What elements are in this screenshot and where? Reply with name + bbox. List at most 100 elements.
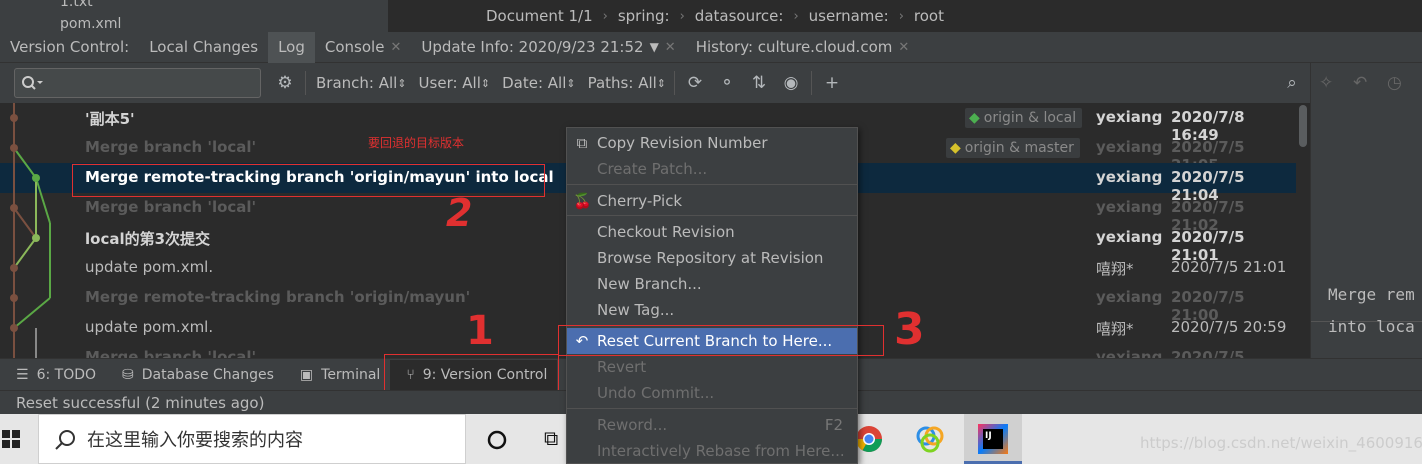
file-1-txt[interactable]: 1.txt: [60, 0, 93, 10]
status-message[interactable]: Reset successful (2 minutes ago): [16, 394, 264, 412]
log-toolbar: ⚙ Branch: All ⇕ User: All ⇕ Date: All ⇕ Pat…: [0, 63, 1310, 103]
chevron-right-icon: ›: [898, 8, 904, 24]
tool-window-label: 6: TODO: [36, 366, 97, 383]
annotation-box-3: [558, 325, 884, 356]
list-icon: ☰: [16, 366, 29, 383]
menu-item-label: Checkout Revision: [597, 223, 735, 241]
tab-history[interactable]: History: culture.cloud.com ✕: [686, 32, 920, 63]
breadcrumb-item[interactable]: root: [914, 7, 944, 25]
tag-icon: ◆: [969, 110, 980, 126]
menu-item-new-branch[interactable]: New Branch...: [567, 271, 857, 297]
tab-log[interactable]: Log: [268, 31, 315, 63]
tab-local-changes[interactable]: Local Changes: [139, 32, 268, 63]
filter-paths[interactable]: Paths: All: [588, 74, 657, 92]
vcs-tabs: Version Control: Local Changes Log Conso…: [0, 31, 1422, 63]
refresh-icon[interactable]: ⟳: [683, 71, 707, 95]
annotation-box-2: [72, 164, 545, 197]
search-icon[interactable]: ⌕: [1280, 71, 1304, 95]
commit-date: 2020/7/5 20:59: [1171, 318, 1287, 336]
cherry-pick-icon[interactable]: ⚬: [715, 71, 739, 95]
close-icon[interactable]: ✕: [390, 40, 401, 55]
taskbar-search-placeholder: 在这里输入你要搜索的内容: [87, 430, 303, 451]
tab-label: History: culture.cloud.com: [695, 38, 893, 56]
copy-icon: ⧉: [576, 134, 588, 152]
menu-item-browse-repository[interactable]: Browse Repository at Revision: [567, 245, 857, 271]
commit-message: '副本5': [85, 110, 135, 128]
undo-icon[interactable]: ↶: [1353, 73, 1367, 93]
commit-date: 2020/7/5 21:01: [1171, 258, 1287, 276]
menu-item-label: Reword...: [597, 416, 668, 434]
search-input[interactable]: [14, 68, 261, 98]
commit-node: [10, 204, 18, 212]
chevron-right-icon: ›: [793, 8, 799, 24]
log-scrollbar[interactable]: [1296, 103, 1310, 358]
filter-date[interactable]: Date: All: [502, 74, 566, 92]
history-icon[interactable]: ◷: [1387, 73, 1402, 93]
tab-label: Update Info: 2020/9/23 21:52: [421, 38, 644, 56]
annotation-target-note: 要回退的目标版本: [368, 136, 465, 150]
commit-details-panel: ✧ ↶ ◷ Merge rem into loca: [1310, 63, 1422, 358]
cherry-icon: 🍒: [573, 192, 592, 210]
menu-item-create-patch[interactable]: Create Patch...: [567, 156, 857, 182]
divider: [674, 71, 676, 95]
tab-version-control-title: Version Control:: [0, 32, 139, 63]
database-icon: ⛁: [122, 366, 134, 383]
filter-user[interactable]: User: All: [419, 74, 481, 92]
search-icon: [22, 76, 43, 90]
plus-icon[interactable]: +: [820, 71, 844, 95]
windows-start-icon[interactable]: [2, 430, 20, 448]
sort-icon[interactable]: ⇅: [747, 71, 771, 95]
gear-icon[interactable]: ⚙: [273, 71, 297, 95]
intellij-taskbar-button[interactable]: IJ: [964, 414, 1022, 464]
menu-item-cherry-pick[interactable]: 🍒 Cherry-Pick: [567, 188, 857, 214]
menu-item-undo-commit[interactable]: Undo Commit...: [567, 380, 857, 406]
menu-item-label: Undo Commit...: [597, 384, 715, 402]
ref-tag: ◆ origin & master: [946, 138, 1080, 158]
menu-item-interactive-rebase[interactable]: Interactively Rebase from Here...: [567, 438, 857, 464]
cherry-pick-icon[interactable]: ✧: [1319, 73, 1333, 93]
menu-item-revert[interactable]: Revert: [567, 354, 857, 380]
menu-item-label: New Branch...: [597, 275, 702, 293]
breadcrumb-item[interactable]: spring:: [618, 7, 670, 25]
menu-separator: [567, 184, 857, 185]
breadcrumb-item[interactable]: datasource:: [695, 7, 784, 25]
tool-window-terminal[interactable]: ▣ Terminal: [284, 360, 390, 390]
tag-icon: ◆: [950, 140, 961, 156]
caret-down-icon[interactable]: ▼: [650, 40, 659, 54]
browser-app-icon[interactable]: [915, 424, 945, 454]
commit-node: [10, 114, 18, 122]
taskbar-search-box[interactable]: 在这里输入你要搜索的内容: [38, 414, 466, 464]
menu-item-copy-revision-number[interactable]: ⧉ Copy Revision Number: [567, 130, 857, 156]
ref-tag: ◆ origin & local: [965, 108, 1083, 128]
commit-author: 嘻翔*: [1096, 320, 1134, 338]
task-view-icon[interactable]: ⧉: [544, 426, 558, 450]
tool-window-database-changes[interactable]: ⛁ Database Changes: [106, 360, 284, 390]
tab-update-info[interactable]: Update Info: 2020/9/23 21:52 ▼ ✕: [411, 32, 685, 63]
menu-item-new-tag[interactable]: New Tag...: [567, 297, 857, 323]
commit-message: update pom.xml.: [85, 258, 214, 276]
file-pom-xml[interactable]: pom.xml: [60, 16, 121, 32]
menu-item-reword[interactable]: Reword... F2: [567, 412, 857, 438]
breadcrumb-item[interactable]: username:: [809, 7, 889, 25]
commit-author: yexiang: [1096, 138, 1163, 156]
commit-node: [10, 324, 18, 332]
menu-item-label: Create Patch...: [597, 160, 708, 178]
project-tree-strip: 1.txt pom.xml: [0, 0, 384, 32]
scrollbar-thumb[interactable]: [1299, 105, 1307, 147]
close-icon[interactable]: ✕: [665, 40, 676, 55]
menu-item-shortcut: F2: [824, 416, 843, 434]
chrome-icon[interactable]: [855, 425, 883, 453]
breadcrumb-item[interactable]: Document 1/1: [486, 7, 593, 25]
tab-console[interactable]: Console ✕: [315, 32, 411, 63]
chevron-right-icon: ›: [679, 8, 685, 24]
commit-author: yexiang: [1096, 288, 1163, 306]
cortana-icon[interactable]: [486, 429, 508, 451]
updown-icon: ⇕: [656, 76, 667, 90]
tab-label: Local Changes: [149, 38, 259, 56]
close-icon[interactable]: ✕: [898, 40, 909, 55]
eye-icon[interactable]: ◉: [779, 71, 803, 95]
tool-window-todo[interactable]: ☰ 6: TODO: [0, 360, 106, 390]
commit-message: Merge branch 'local': [85, 198, 257, 216]
filter-branch[interactable]: Branch: All: [316, 74, 397, 92]
menu-item-checkout-revision[interactable]: Checkout Revision: [567, 219, 857, 245]
